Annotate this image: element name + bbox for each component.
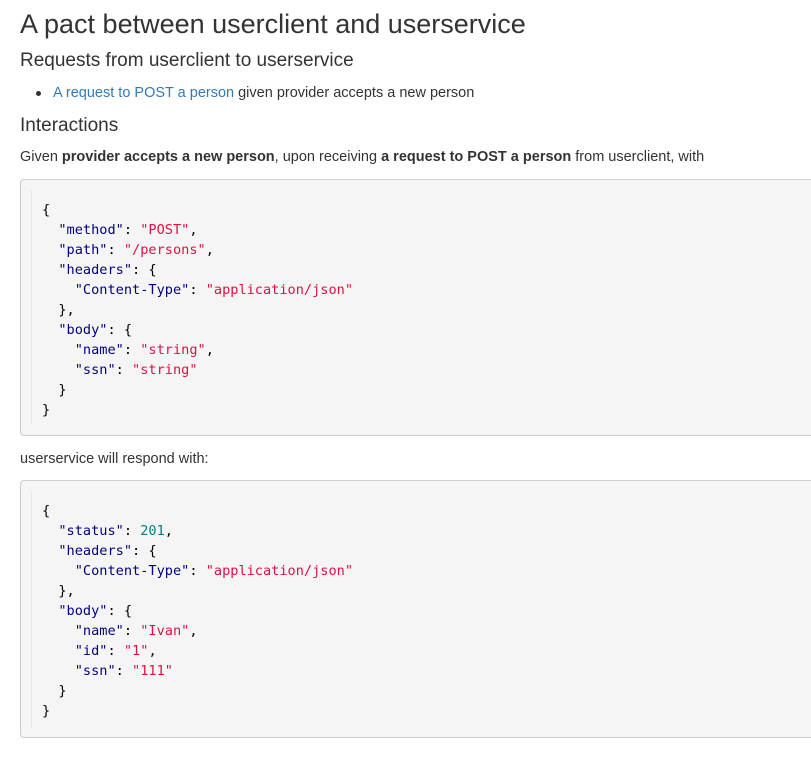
json-value: "string" [140,342,206,358]
json-value: "111" [132,663,173,679]
given-prefix: Given [20,149,62,165]
json-key: "id" [74,643,108,659]
response-json: { "status": 201, "headers": { "Content-T… [31,491,811,727]
given-middle: , upon receiving [274,149,382,165]
json-key: "method" [58,222,124,238]
json-value: "1" [123,643,149,659]
request-code-block: { "method": "POST", "path": "/persons", … [20,179,811,436]
json-value: "string" [132,362,198,378]
interactions-heading: Interactions [20,115,119,136]
requests-heading: Requests from userclient to userservice [20,50,354,71]
json-value: "/persons" [123,242,206,258]
json-key: "body" [58,322,108,338]
json-key: "body" [58,603,108,619]
bullet-icon [36,91,41,96]
json-value: "application/json" [205,563,354,579]
provider-state: provider accepts a new person [61,149,275,165]
json-value: 201 [140,523,165,539]
given-suffix: from userclient, with [571,149,705,165]
request-state-text: given provider accepts a new person [234,85,475,101]
response-code-block: { "status": 201, "headers": { "Content-T… [20,480,811,738]
json-value: "Ivan" [140,623,190,639]
json-value: "POST" [140,222,190,238]
json-key: "headers" [58,262,133,278]
json-key: "status" [58,523,124,539]
page-title: A pact between userclient and userservic… [20,9,526,39]
interaction-description: Given provider accepts a new person, upo… [20,146,704,168]
json-key: "Content-Type" [74,563,190,579]
requests-list: A request to POST a person given provide… [20,82,474,104]
json-key: "name" [74,623,124,639]
response-intro: userservice will respond with: [20,451,209,467]
request-json: { "method": "POST", "path": "/persons", … [31,190,811,425]
json-key: "ssn" [74,362,116,378]
request-description: a request to POST a person [381,149,572,165]
request-link[interactable]: A request to POST a person [53,85,234,101]
json-key: "name" [74,342,124,358]
json-key: "ssn" [74,663,116,679]
json-key: "headers" [58,543,133,559]
json-key: "Content-Type" [74,282,190,298]
json-key: "path" [58,242,108,258]
list-item: A request to POST a person given provide… [20,82,474,104]
json-value: "application/json" [205,282,354,298]
